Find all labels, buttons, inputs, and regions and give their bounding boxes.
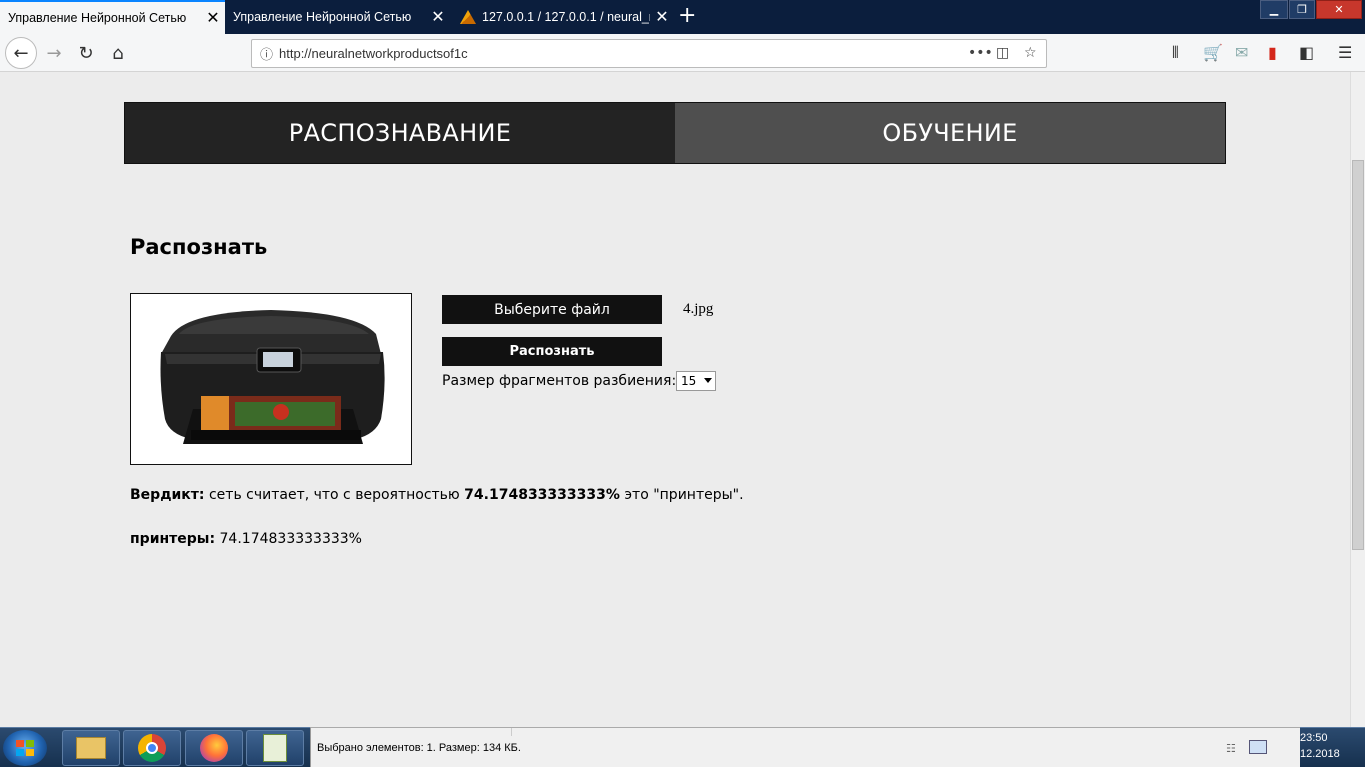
verdict-text-pre: сеть считает, что с вероятностью: [204, 487, 465, 503]
pocket-icon[interactable]: ◫: [996, 45, 1009, 61]
sidebar-icon[interactable]: ◧: [1299, 43, 1314, 62]
flag-extension-icon[interactable]: ▮: [1268, 43, 1277, 62]
info-icon[interactable]: ⓘ: [260, 44, 273, 63]
close-icon[interactable]: ✕: [650, 7, 674, 27]
windows-logo-icon: [16, 740, 34, 756]
class-probability: 74.174833333333%: [215, 531, 362, 547]
fragment-size-value: 15: [681, 374, 697, 388]
class-label: принтеры:: [130, 531, 216, 547]
taskbar-explorer[interactable]: [62, 730, 120, 766]
selected-file-name: 4.jpg: [683, 301, 714, 317]
page-title: Распознать: [130, 235, 268, 259]
restore-icon[interactable]: ❐: [1289, 0, 1315, 19]
forward-arrow-icon[interactable]: →: [40, 39, 68, 67]
taskbar-chrome[interactable]: [123, 730, 181, 766]
tab-label: Управление Нейронной Сетью: [233, 10, 412, 24]
tab-label: 127.0.0.1 / 127.0.0.1 / neural_ne: [482, 10, 650, 24]
start-button[interactable]: [3, 730, 47, 766]
tab-label: Управление Нейронной Сетью: [8, 11, 187, 25]
uploaded-image-preview: [130, 293, 412, 465]
tab-active[interactable]: Управление Нейронной Сетью ✕: [0, 0, 225, 34]
tiles-view-icon[interactable]: [1249, 740, 1267, 754]
url-bar[interactable]: ⓘ http://neuralnetworkproductsof1c ••• ◫…: [251, 39, 1047, 68]
verdict-label: Вердикт:: [130, 487, 205, 503]
cart-icon[interactable]: 🛒: [1203, 43, 1223, 62]
phpmyadmin-icon: [460, 10, 476, 24]
chevron-down-icon: [704, 378, 712, 383]
tab-second[interactable]: Управление Нейронной Сетью ✕: [225, 0, 450, 34]
firefox-icon: [200, 734, 228, 762]
class-result-line: принтеры: 74.174833333333%: [130, 531, 362, 547]
taskbar-notepadpp[interactable]: [246, 730, 304, 766]
tab-phpmyadmin[interactable]: 127.0.0.1 / 127.0.0.1 / neural_ne ✕: [452, 0, 674, 34]
choose-file-button[interactable]: Выберите файл: [442, 295, 662, 324]
clock-date: 12.2018: [1300, 748, 1340, 760]
reload-icon[interactable]: ↻: [72, 39, 100, 67]
mail-icon[interactable]: ✉: [1235, 43, 1248, 62]
page-actions-icon[interactable]: •••: [968, 45, 993, 61]
window-close-icon[interactable]: ✕: [1316, 0, 1362, 19]
strip-divider: [312, 728, 512, 736]
clock-time: 23:50: [1300, 732, 1328, 744]
bookmark-star-icon[interactable]: ☆: [1024, 45, 1037, 61]
new-tab-plus-icon[interactable]: +: [678, 3, 696, 28]
close-icon[interactable]: ✕: [426, 7, 450, 27]
notepad-icon: [263, 734, 287, 762]
home-icon[interactable]: ⌂: [104, 39, 132, 67]
page-scrollbar[interactable]: [1350, 72, 1365, 727]
verdict-line: Вердикт: сеть считает, что с вероятность…: [130, 487, 744, 503]
browser-tab-strip: Управление Нейронной Сетью ✕ Управление …: [0, 0, 1365, 34]
page-content: РАСПОЗНАВАНИЕ ОБУЧЕНИЕ Распознать Выбери…: [0, 72, 1350, 727]
fragment-size-select[interactable]: 15: [676, 371, 716, 391]
verdict-text-post: это "принтеры".: [619, 487, 744, 503]
menu-icon[interactable]: ☰: [1338, 43, 1352, 62]
tab-recognition[interactable]: РАСПОЗНАВАНИЕ: [125, 103, 675, 163]
chrome-icon: [138, 734, 166, 762]
taskbar-firefox[interactable]: [185, 730, 243, 766]
main-nav: РАСПОЗНАВАНИЕ ОБУЧЕНИЕ: [124, 102, 1226, 164]
tab-training[interactable]: ОБУЧЕНИЕ: [675, 103, 1225, 163]
close-icon[interactable]: ✕: [201, 8, 225, 28]
folder-icon: [76, 737, 106, 759]
browser-navbar: ← → ↻ ⌂ ⓘ http://neuralnetworkproductsof…: [0, 34, 1365, 72]
recognize-button[interactable]: Распознать: [442, 337, 662, 366]
library-icon[interactable]: ⫴: [1172, 43, 1179, 63]
back-arrow-icon[interactable]: ←: [5, 37, 37, 69]
fragment-size-label: Размер фрагментов разбиения:: [442, 373, 677, 389]
details-view-icon[interactable]: ☷: [1226, 742, 1236, 755]
verdict-probability: 74.174833333333%: [464, 487, 620, 503]
url-text: http://neuralnetworkproductsof1c: [279, 46, 468, 61]
explorer-status-text: Выбрано элементов: 1. Размер: 134 КБ.: [317, 742, 521, 754]
system-clock[interactable]: 23:50 12.2018: [1300, 730, 1350, 762]
scrollbar-thumb[interactable]: [1352, 160, 1364, 550]
minimize-icon[interactable]: ▁: [1260, 0, 1288, 19]
printer-image: [160, 310, 385, 444]
